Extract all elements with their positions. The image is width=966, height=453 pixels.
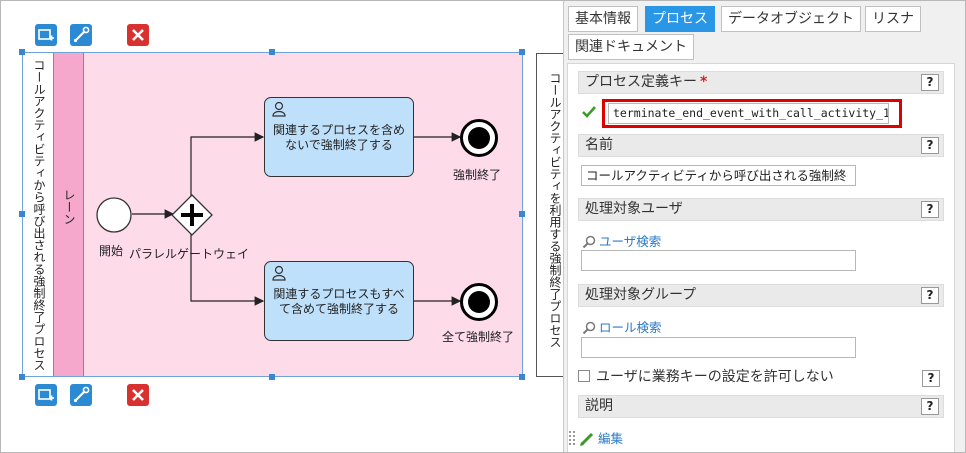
process-key-input[interactable]: terminate_end_event_with_call_activity_1 — [608, 103, 889, 124]
business-key-row: ユーザに業務キーの設定を許可しない ? — [578, 366, 944, 387]
search-icon — [582, 321, 596, 335]
start-event-label: 開始 — [99, 244, 124, 258]
user-icon — [272, 265, 286, 281]
help-button[interactable]: ? — [921, 398, 939, 415]
required-mark: * — [700, 74, 708, 90]
caller-pool-label: コールアクティビティを利用する強制終了プロセス — [548, 72, 562, 348]
user-task[interactable]: 関連するプロセスを含めないで強制終了する — [264, 97, 414, 177]
process-key-label: プロセス定義キー — [585, 74, 697, 90]
task-label: 関連するプロセスを含めないで強制終了する — [272, 123, 405, 152]
gateway-label: パラレルゲートウェイ — [129, 247, 250, 261]
assignee-group-input[interactable] — [581, 337, 856, 358]
help-button[interactable]: ? — [921, 201, 939, 218]
parallel-gateway[interactable] — [171, 194, 213, 236]
start-event[interactable] — [95, 196, 133, 234]
name-label: 名前 — [585, 137, 613, 153]
name-header: 名前 ? — [578, 134, 944, 157]
tab-data-object[interactable]: データオブジェクト — [721, 6, 861, 32]
tab-process[interactable]: プロセス — [645, 6, 715, 32]
add-lane-icon — [38, 389, 54, 401]
assignee-group-label: 処理対象グループ — [585, 287, 697, 303]
help-button[interactable]: ? — [921, 137, 939, 154]
user-icon — [272, 101, 286, 117]
assignee-user-input[interactable] — [581, 250, 856, 271]
connect-button[interactable] — [70, 384, 92, 406]
edit-description-label: 編集 — [598, 431, 624, 446]
close-icon — [132, 389, 144, 401]
search-icon — [582, 235, 596, 249]
edit-description-link[interactable]: 編集 — [579, 428, 623, 447]
user-task[interactable]: 関連するプロセスもすべて含めて強制終了する — [264, 261, 414, 341]
role-search-link[interactable]: ロール検索 — [582, 317, 662, 336]
role-search-label: ロール検索 — [599, 320, 662, 335]
name-input[interactable]: コールアクティビティから呼び出される強制終 — [581, 165, 856, 186]
process-key-highlight: terminate_end_event_with_call_activity_1 — [602, 99, 902, 128]
end-event-label: 全て強制終了 — [442, 330, 515, 344]
user-search-label: ユーザ検索 — [599, 234, 662, 249]
user-search-link[interactable]: ユーザ検索 — [582, 231, 661, 250]
diagram-canvas[interactable]: コールアクティビティから呼び出される強制終了プロセス レーン 開始 パラレルゲー… — [1, 1, 576, 452]
description-label: 説明 — [585, 398, 613, 414]
assignee-user-label: 処理対象ユーザ — [585, 201, 683, 217]
help-button[interactable]: ? — [921, 287, 939, 304]
assignee-group-header: 処理対象グループ ? — [578, 284, 944, 307]
add-lane-button[interactable] — [35, 384, 57, 406]
help-button[interactable]: ? — [921, 74, 939, 91]
description-header: 説明 ? — [578, 395, 944, 418]
properties-panel: 基本情報 プロセス データオブジェクト リスナ 関連ドキュメント プロセス定義キ… — [563, 1, 965, 452]
pencil-icon — [580, 432, 594, 446]
property-list: プロセス定義キー * ? terminate_end_event_with_cal… — [567, 63, 955, 452]
terminate-end-event[interactable] — [459, 282, 499, 322]
wrench-icon — [73, 386, 90, 403]
help-button[interactable]: ? — [922, 370, 940, 387]
splitter-grip[interactable] — [569, 431, 575, 445]
process-key-header: プロセス定義キー * ? — [578, 71, 944, 94]
business-key-label: ユーザに業務キーの設定を許可しない — [596, 369, 834, 385]
tab-basic-info[interactable]: 基本情報 — [568, 6, 638, 32]
task-label: 関連するプロセスもすべて含めて強制終了する — [273, 287, 405, 316]
terminate-end-event[interactable] — [459, 118, 499, 158]
tab-listener[interactable]: リスナ — [865, 6, 921, 32]
end-event-label: 強制終了 — [453, 168, 502, 182]
business-key-checkbox[interactable] — [578, 370, 590, 382]
check-icon — [582, 106, 596, 118]
app-window: コールアクティビティから呼び出される強制終了プロセス レーン 開始 パラレルゲー… — [0, 0, 966, 453]
assignee-user-header: 処理対象ユーザ ? — [578, 198, 944, 221]
delete-button[interactable] — [127, 384, 149, 406]
tab-related-docs[interactable]: 関連ドキュメント — [568, 34, 694, 60]
